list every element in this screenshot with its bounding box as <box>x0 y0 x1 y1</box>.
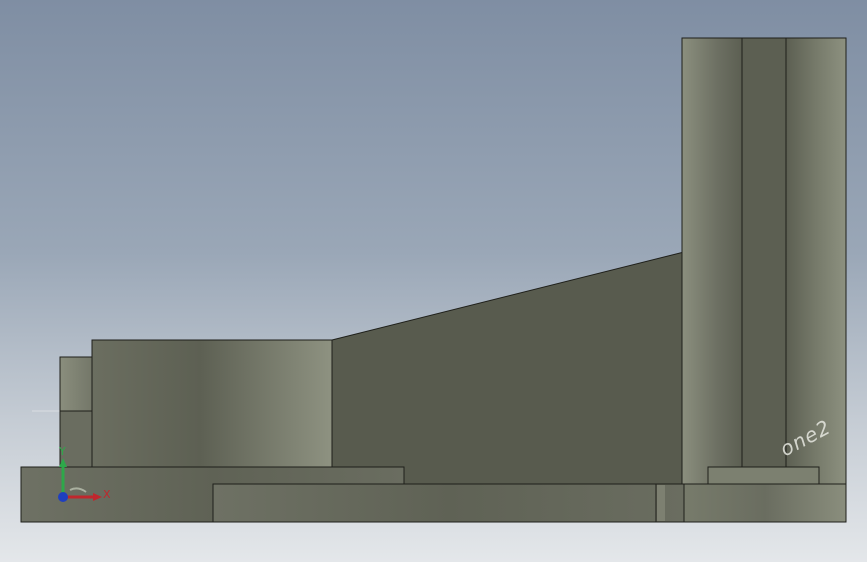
base-rail[interactable] <box>212 483 685 523</box>
cad-model-viewport[interactable]: Y X <box>0 0 867 562</box>
triad-y-label: Y <box>58 445 66 458</box>
tower-right-face[interactable] <box>785 37 847 485</box>
triad-x-label: X <box>103 488 111 501</box>
tower-step[interactable] <box>707 466 820 485</box>
triad-z-axis <box>58 492 68 502</box>
tower-left-face[interactable] <box>681 37 743 485</box>
sloped-web-face[interactable] <box>331 251 685 485</box>
tower-base[interactable] <box>683 483 847 523</box>
base-rail-highlight <box>657 485 665 521</box>
tower-center-face[interactable] <box>741 37 787 485</box>
cylinder-boss-face[interactable] <box>91 339 333 468</box>
